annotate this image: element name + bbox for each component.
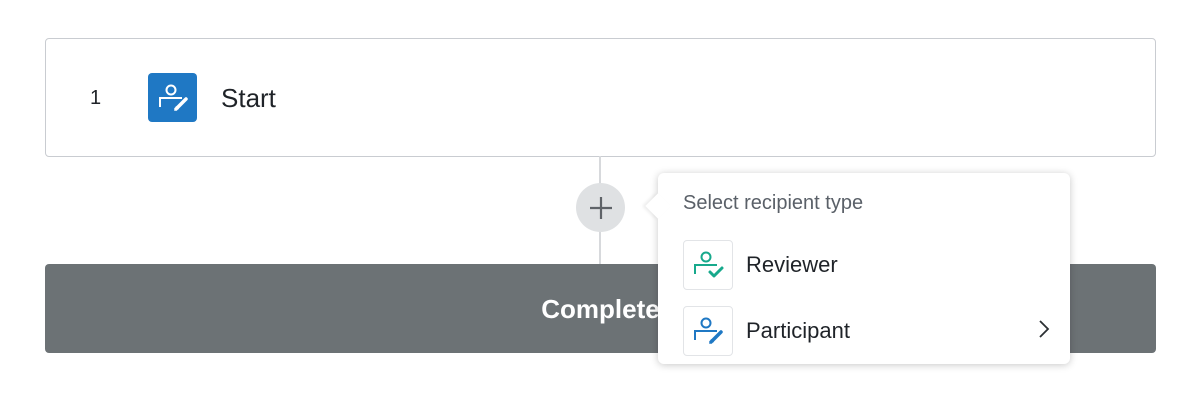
step-title: Start [221, 83, 276, 113]
chevron-right-icon [1039, 320, 1050, 338]
add-step-button[interactable] [576, 183, 625, 232]
option-reviewer-label: Reviewer [746, 252, 838, 277]
participant-icon [148, 73, 197, 122]
popover-title: Select recipient type [683, 192, 864, 214]
reviewer-icon [683, 240, 733, 290]
plus-icon [589, 196, 612, 219]
workflow-step-card[interactable]: 1 Start [45, 38, 1156, 157]
participant-icon [683, 306, 733, 356]
option-participant-label: Participant [746, 318, 850, 343]
option-reviewer[interactable]: Reviewer [658, 234, 1070, 292]
recipient-type-popover: Select recipient type Reviewer Participa… [645, 173, 1070, 364]
popover-arrow [645, 193, 671, 219]
option-participant[interactable]: Participant [658, 300, 1070, 358]
step-number: 1 [90, 87, 102, 109]
